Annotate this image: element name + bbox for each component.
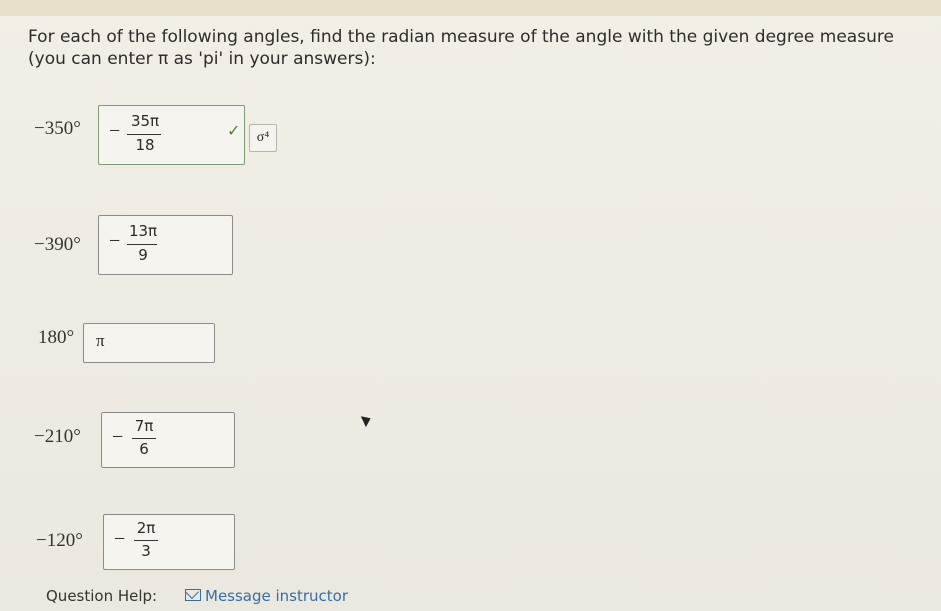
fraction-bar: [127, 134, 161, 135]
denominator: 3: [141, 542, 151, 560]
numerator: 35π: [130, 112, 160, 130]
fraction-bar: [134, 540, 158, 541]
fraction-bar: [132, 438, 156, 439]
denominator: 18: [135, 136, 155, 154]
degree-label-2: −390°: [34, 234, 81, 255]
mail-icon: [185, 589, 201, 601]
denominator: 6: [139, 440, 149, 458]
check-icon: ✓: [227, 121, 241, 140]
degree-label-1: −350°: [34, 118, 81, 139]
answer-box-5[interactable]: − 2π 3: [103, 514, 235, 570]
answer-box-3[interactable]: π: [83, 323, 215, 363]
answer-box-1[interactable]: − 35π 18 ✓: [98, 105, 245, 165]
minus-sign: −: [114, 528, 126, 550]
numerator: 7π: [134, 417, 154, 435]
answer-text: π: [96, 331, 105, 350]
fraction-bar: [127, 244, 157, 245]
answer-box-2[interactable]: − 13π 9: [98, 215, 233, 275]
message-instructor-link[interactable]: Message instructor: [205, 587, 348, 605]
top-strip: [0, 0, 941, 16]
degree-label-3: 180°: [38, 327, 75, 348]
question-instructions: For each of the following angles, find t…: [28, 27, 894, 69]
denominator: 9: [138, 246, 148, 264]
degree-label-5: −120°: [36, 530, 83, 551]
degree-label-4: −210°: [34, 426, 81, 447]
minus-sign: −: [109, 230, 121, 252]
mouse-cursor: [360, 412, 374, 428]
math-keypad-button[interactable]: σ⁴: [249, 124, 277, 152]
question-help-label: Question Help:: [46, 587, 158, 605]
answer-box-4[interactable]: − 7π 6: [101, 412, 235, 468]
minus-sign: −: [109, 120, 121, 142]
numerator: 2π: [136, 519, 156, 537]
numerator: 13π: [128, 222, 158, 240]
minus-sign: −: [112, 426, 124, 448]
